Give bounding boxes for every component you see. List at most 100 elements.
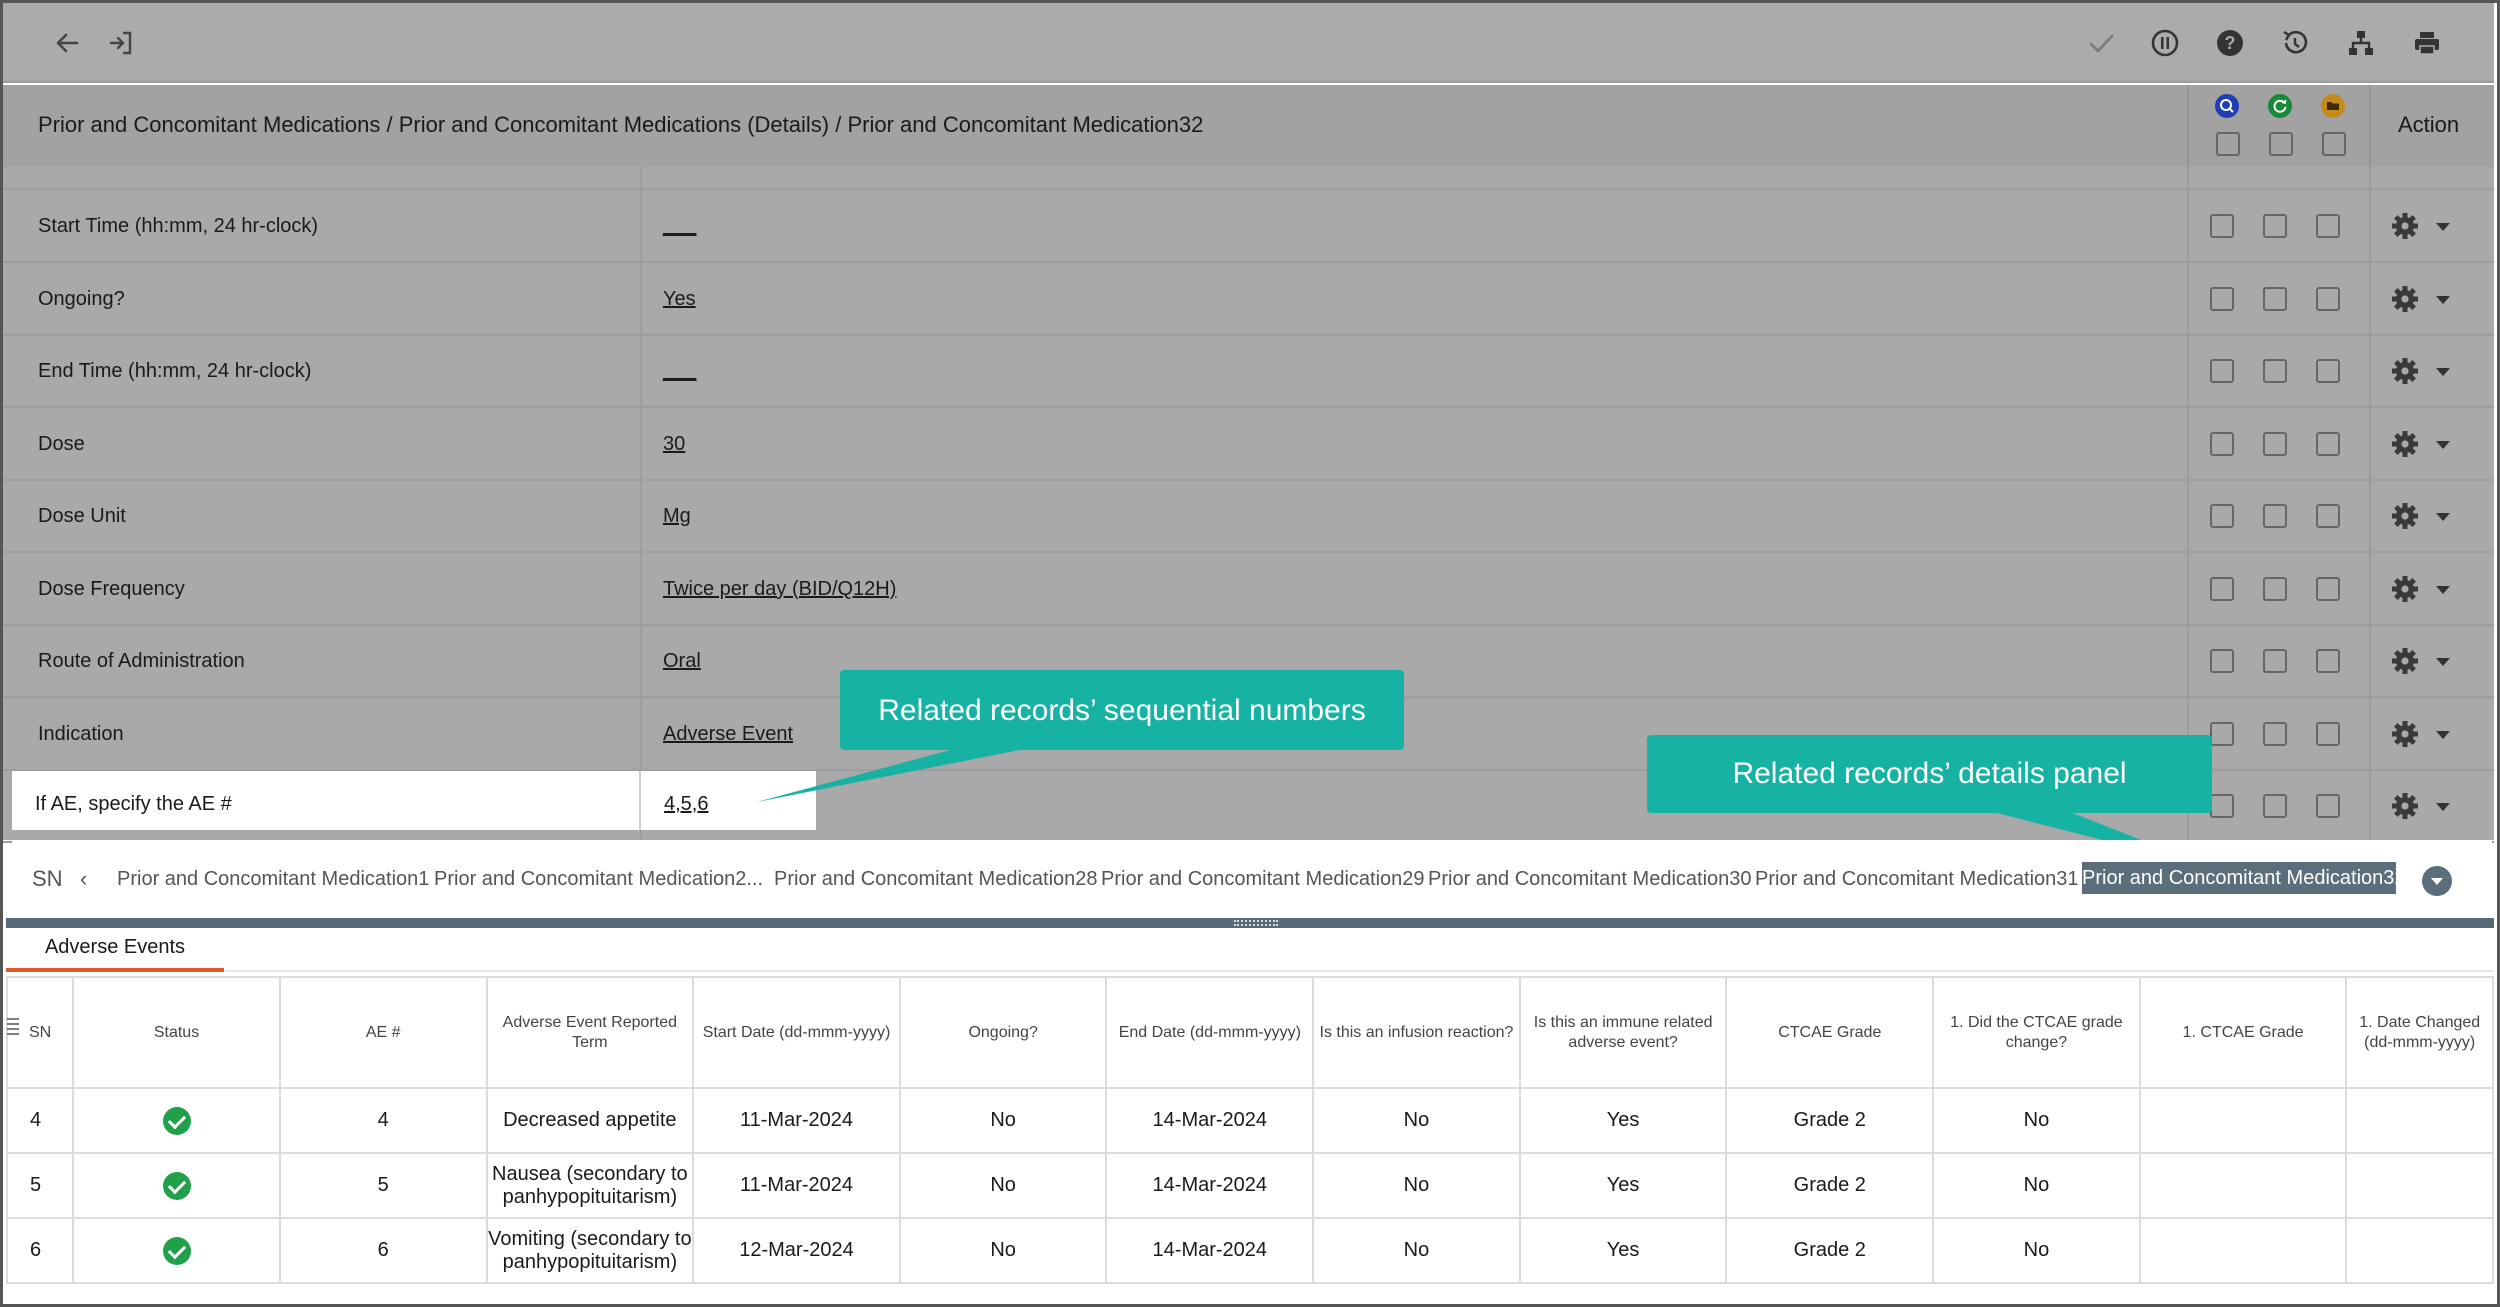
field-divider	[639, 771, 641, 830]
refresh-checkbox[interactable]	[2263, 432, 2287, 456]
chevron-down-icon[interactable]	[2436, 441, 2450, 449]
related-record-item[interactable]: Prior and Concomitant Medication1	[117, 868, 429, 891]
field-value-link[interactable]: ___	[663, 360, 696, 383]
query-checkbox[interactable]	[2210, 359, 2234, 383]
chevron-down-icon[interactable]	[2436, 368, 2450, 376]
column-header[interactable]: CTCAE Grade	[1725, 976, 1935, 1089]
pause-icon[interactable]	[2145, 23, 2185, 63]
hierarchy-icon[interactable]	[2341, 23, 2381, 63]
gear-icon[interactable]	[2389, 573, 2421, 605]
column-header[interactable]: Is this an immune related adverse event?	[1518, 976, 1728, 1089]
related-record-item[interactable]: Prior and Concomitant Medication30	[1428, 868, 1752, 891]
history-icon[interactable]	[2275, 23, 2315, 63]
query-checkbox[interactable]	[2210, 214, 2234, 238]
related-record-item[interactable]: Prior and Concomitant Medication29	[1101, 868, 1425, 891]
refresh-checkbox[interactable]	[2263, 359, 2287, 383]
gear-icon[interactable]	[2389, 355, 2421, 387]
field-value-link[interactable]: Twice per day (BID/Q12H)	[663, 578, 896, 601]
chevron-down-icon[interactable]	[2436, 513, 2450, 521]
print-icon[interactable]	[2407, 23, 2447, 63]
drag-handle-icon[interactable]	[1234, 920, 1278, 926]
form-row: End Time (hh:mm, 24 hr-clock) ___	[3, 336, 2494, 408]
folder-checkbox[interactable]	[2316, 649, 2340, 673]
folder-checkbox[interactable]	[2316, 287, 2340, 311]
related-record-item[interactable]: Prior and Concomitant Medication28	[774, 868, 1098, 891]
check-circle-icon	[162, 1171, 191, 1200]
field-value-link[interactable]: Yes	[663, 288, 696, 311]
column-header[interactable]: Start Date (dd-mmm-yyyy)	[692, 976, 901, 1089]
gear-icon[interactable]	[2389, 283, 2421, 315]
gear-icon[interactable]	[2389, 210, 2421, 242]
refresh-checkbox[interactable]	[2263, 577, 2287, 601]
table-row[interactable]: 5 5 Nausea (secondary to panhypopituitaris…	[5, 1152, 2494, 1219]
select-all-folder-checkbox[interactable]	[2322, 132, 2346, 156]
gear-icon[interactable]	[2389, 718, 2421, 750]
cell-date-changed	[2345, 1217, 2494, 1284]
check-icon[interactable]	[2081, 23, 2121, 63]
folder-checkbox[interactable]	[2316, 722, 2340, 746]
folder-checkbox[interactable]	[2316, 214, 2340, 238]
chevron-down-icon[interactable]	[2436, 296, 2450, 304]
column-header[interactable]: AE #	[278, 976, 488, 1089]
action-column-header: Action	[2398, 112, 2460, 137]
chevron-down-icon[interactable]	[2436, 586, 2450, 594]
folder-checkbox[interactable]	[2316, 359, 2340, 383]
column-header[interactable]: Ongoing?	[898, 976, 1108, 1089]
column-header[interactable]: Is this an infusion reaction?	[1312, 976, 1521, 1089]
field-value-link[interactable]: Oral	[663, 650, 701, 673]
strip-prev-icon[interactable]: ‹	[80, 866, 87, 892]
column-header[interactable]: Adverse Event Reported Term	[485, 976, 695, 1089]
table-row[interactable]: 4 4 Decreased appetite 11-Mar-2024 No 14-Mar-…	[5, 1087, 2494, 1154]
cell-immune: Yes	[1518, 1087, 1728, 1154]
query-checkbox[interactable]	[2210, 432, 2234, 456]
help-icon[interactable]: ?	[2210, 23, 2250, 63]
refresh-checkbox[interactable]	[2263, 649, 2287, 673]
panel-splitter[interactable]	[6, 918, 2494, 928]
select-all-query-checkbox[interactable]	[2216, 132, 2240, 156]
column-header[interactable]: 1. Date Changed (dd-mmm-yyyy)	[2345, 976, 2494, 1089]
column-header[interactable]: 1. Did the CTCAE grade change?	[1932, 976, 2141, 1089]
gear-icon[interactable]	[2389, 428, 2421, 460]
column-header[interactable]: End Date (dd-mmm-yyyy)	[1105, 976, 1315, 1089]
folder-checkbox[interactable]	[2316, 504, 2340, 528]
chevron-down-icon[interactable]	[2436, 731, 2450, 739]
query-checkbox[interactable]	[2210, 722, 2234, 746]
column-header[interactable]: 1. CTCAE Grade	[2138, 976, 2348, 1089]
gear-icon[interactable]	[2389, 500, 2421, 532]
folder-checkbox[interactable]	[2316, 432, 2340, 456]
field-value-link[interactable]: 30	[663, 433, 685, 456]
back-arrow-icon[interactable]	[47, 23, 87, 63]
field-value-link[interactable]: ___	[663, 215, 696, 238]
row-menu-icon[interactable]	[6, 1016, 20, 1038]
refresh-checkbox[interactable]	[2263, 722, 2287, 746]
sign-in-icon[interactable]	[101, 23, 141, 63]
gear-icon[interactable]	[2389, 790, 2421, 822]
refresh-checkbox[interactable]	[2263, 214, 2287, 238]
field-value-link[interactable]: Adverse Event	[663, 723, 793, 746]
chevron-down-icon[interactable]	[2436, 658, 2450, 666]
folder-checkbox[interactable]	[2316, 794, 2340, 818]
select-all-refresh-checkbox[interactable]	[2269, 132, 2293, 156]
refresh-checkbox[interactable]	[2263, 504, 2287, 528]
gear-icon[interactable]	[2389, 645, 2421, 677]
refresh-checkbox[interactable]	[2263, 287, 2287, 311]
folder-checkbox[interactable]	[2316, 577, 2340, 601]
cell-term: Nausea (secondary to panhypopituitarism)	[485, 1152, 695, 1219]
ae-number-link[interactable]: 4,5,6	[664, 793, 708, 816]
chevron-down-icon[interactable]	[2436, 803, 2450, 811]
chevron-down-icon[interactable]	[2436, 223, 2450, 231]
query-checkbox[interactable]	[2210, 504, 2234, 528]
field-value-link[interactable]: Mg	[663, 505, 691, 528]
refresh-checkbox[interactable]	[2263, 794, 2287, 818]
column-header[interactable]: Status	[72, 976, 281, 1089]
related-record-item[interactable]: Prior and Concomitant Medication31	[1755, 868, 2079, 891]
tab-adverse-events[interactable]: Adverse Events	[6, 928, 224, 972]
query-checkbox[interactable]	[2210, 794, 2234, 818]
query-checkbox[interactable]	[2210, 577, 2234, 601]
related-record-item-active[interactable]: Prior and Concomitant Medication32	[2082, 862, 2406, 894]
query-checkbox[interactable]	[2210, 287, 2234, 311]
chevron-down-icon[interactable]	[2422, 866, 2452, 896]
table-row[interactable]: 6 6 Vomiting (secondary to panhypopituitar…	[5, 1217, 2494, 1284]
query-checkbox[interactable]	[2210, 649, 2234, 673]
related-record-item[interactable]: Prior and Concomitant Medication2...	[434, 868, 763, 891]
